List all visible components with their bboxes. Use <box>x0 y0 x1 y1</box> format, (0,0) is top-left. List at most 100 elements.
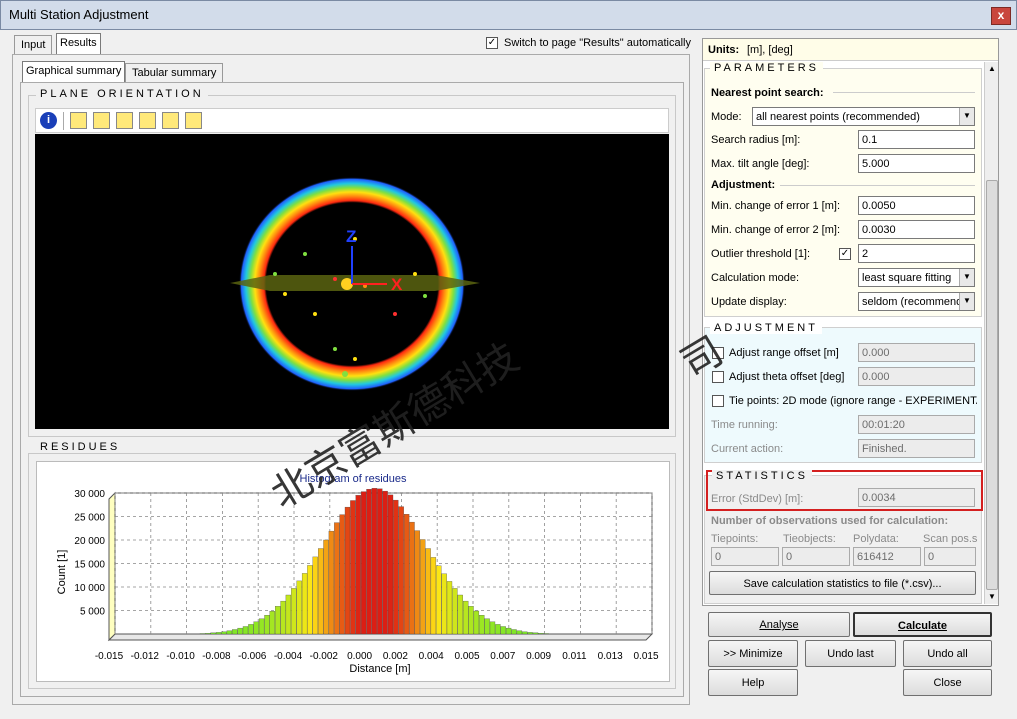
histogram-bar <box>479 615 485 635</box>
z-axis-label: Z <box>346 227 356 246</box>
histogram-bar <box>226 630 233 635</box>
update-display-select[interactable]: seldom (recommend ▼ <box>858 292 975 311</box>
x-tick-label: -0.010 <box>166 651 195 662</box>
adjust-theta-input[interactable]: 0.000 <box>858 367 975 386</box>
analyse-button[interactable]: Analyse <box>708 612 850 637</box>
histogram-bar <box>221 631 227 635</box>
histogram-bar <box>538 633 544 635</box>
settings-scrollbar[interactable]: ▲ ▼ <box>984 62 998 604</box>
chevron-down-icon[interactable]: ▼ <box>959 269 974 286</box>
x-tick-label: -0.012 <box>131 651 160 662</box>
tab-tabular-summary[interactable]: Tabular summary <box>125 63 224 83</box>
calc-mode-select[interactable]: least square fitting ▼ <box>858 268 975 287</box>
histogram-bar <box>387 494 394 635</box>
undo-all-button[interactable]: Undo all <box>903 640 992 667</box>
tab-results[interactable]: Results <box>56 33 101 55</box>
view-cube-icon[interactable] <box>70 112 87 129</box>
scanpos-value: 0 <box>924 547 976 566</box>
scanpos-label: Scan pos.s <box>923 533 978 545</box>
histogram-bar <box>291 588 297 635</box>
y-tick-label: 25 000 <box>74 513 105 524</box>
point-cloud-viewport[interactable]: Z X <box>35 134 669 429</box>
error1-label: Min. change of error 1 [m]: <box>711 200 840 212</box>
chevron-down-icon[interactable]: ▼ <box>959 293 974 310</box>
histogram-bar <box>210 632 216 635</box>
histogram-bar <box>425 548 431 635</box>
histogram-bar <box>393 499 399 635</box>
view-front-icon[interactable] <box>93 112 110 129</box>
histogram-bar <box>312 556 318 635</box>
histogram-bar <box>307 565 313 635</box>
toolbar-separator <box>63 112 64 130</box>
units-label: Units: <box>708 44 740 56</box>
histogram-bar <box>269 611 275 635</box>
tab-graphical-summary[interactable]: Graphical summary <box>22 61 126 83</box>
title-bar: Multi Station Adjustment x <box>0 0 1017 30</box>
histogram-bar <box>248 624 254 635</box>
histogram-bar <box>366 489 372 635</box>
polydata-value: 616412 <box>853 547 921 566</box>
undo-last-button[interactable]: Undo last <box>805 640 896 667</box>
plane-orientation-title: PLANE ORIENTATION <box>36 88 208 100</box>
x-tick-label: -0.008 <box>202 651 231 662</box>
minimize-button[interactable]: >> Minimize <box>708 640 798 667</box>
histogram-bar <box>334 522 340 635</box>
x-tick-label: 0.009 <box>526 651 551 662</box>
info-icon[interactable]: i <box>40 112 57 129</box>
histogram-bar <box>258 618 265 635</box>
tilt-angle-input[interactable]: 5.000 <box>858 154 975 173</box>
scroll-up-icon[interactable]: ▲ <box>985 62 999 76</box>
histogram-bar <box>232 629 238 635</box>
histogram-bar <box>414 530 420 635</box>
error1-input[interactable]: 0.0050 <box>858 196 975 215</box>
histogram-bar <box>398 506 404 635</box>
error2-input[interactable]: 0.0030 <box>858 220 975 239</box>
tab-input[interactable]: Input <box>14 35 53 55</box>
histogram-bar <box>355 495 361 635</box>
adjust-range-input[interactable]: 0.000 <box>858 343 975 362</box>
close-window-button[interactable]: x <box>991 7 1011 25</box>
tie-points-label: Tie points: 2D mode (ignore range - EXPE… <box>729 395 977 407</box>
x-axis-label: X <box>391 275 403 294</box>
histogram-bar <box>441 573 447 635</box>
view-right-icon[interactable] <box>162 112 179 129</box>
tiepoints-label: Tiepoints: <box>711 533 759 545</box>
heading-rule <box>833 92 975 93</box>
histogram-bar <box>215 632 222 635</box>
switch-checkbox[interactable]: ✓ <box>486 37 498 49</box>
help-button[interactable]: Help <box>708 669 798 696</box>
residues-title: RESIDUES <box>36 441 125 453</box>
tilt-angle-label: Max. tilt angle [deg]: <box>711 158 810 170</box>
histogram-bar <box>350 500 356 635</box>
parameters-title: PARAMETERS <box>710 62 823 74</box>
y-tick-label: 30 000 <box>74 489 105 500</box>
adjust-theta-label: Adjust theta offset [deg] <box>729 371 845 383</box>
histogram-bar <box>452 588 458 635</box>
update-display-value: seldom (recommend <box>862 296 963 308</box>
histogram-bar <box>436 565 442 635</box>
histogram-bar <box>371 488 378 635</box>
histogram-bar <box>409 521 415 635</box>
chevron-down-icon[interactable]: ▼ <box>959 108 974 125</box>
histogram-bar <box>516 630 523 635</box>
save-statistics-button[interactable]: Save calculation statistics to file (*.c… <box>709 571 976 595</box>
histogram-bar <box>323 539 329 635</box>
calculate-button[interactable]: Calculate <box>853 612 992 637</box>
outlier-input[interactable]: 2 <box>858 244 975 263</box>
mode-select[interactable]: all nearest points (recommended) ▼ <box>752 107 975 126</box>
view-top-icon[interactable] <box>185 112 202 129</box>
histogram-bar <box>344 506 351 635</box>
histogram-bar <box>242 626 249 635</box>
view-left-icon[interactable] <box>139 112 156 129</box>
close-button[interactable]: Close <box>903 669 992 696</box>
search-radius-input[interactable]: 0.1 <box>858 130 975 149</box>
scroll-down-icon[interactable]: ▼ <box>985 590 999 604</box>
tie-points-checkbox[interactable] <box>712 395 724 407</box>
x-tick-label: 0.007 <box>490 651 515 662</box>
view-back-icon[interactable] <box>116 112 133 129</box>
histogram-bar <box>301 573 308 635</box>
histogram-bar <box>489 621 496 635</box>
current-action-label: Current action: <box>711 443 784 455</box>
outlier-checkbox[interactable]: ✓ <box>839 248 851 260</box>
scroll-thumb[interactable] <box>986 180 998 590</box>
